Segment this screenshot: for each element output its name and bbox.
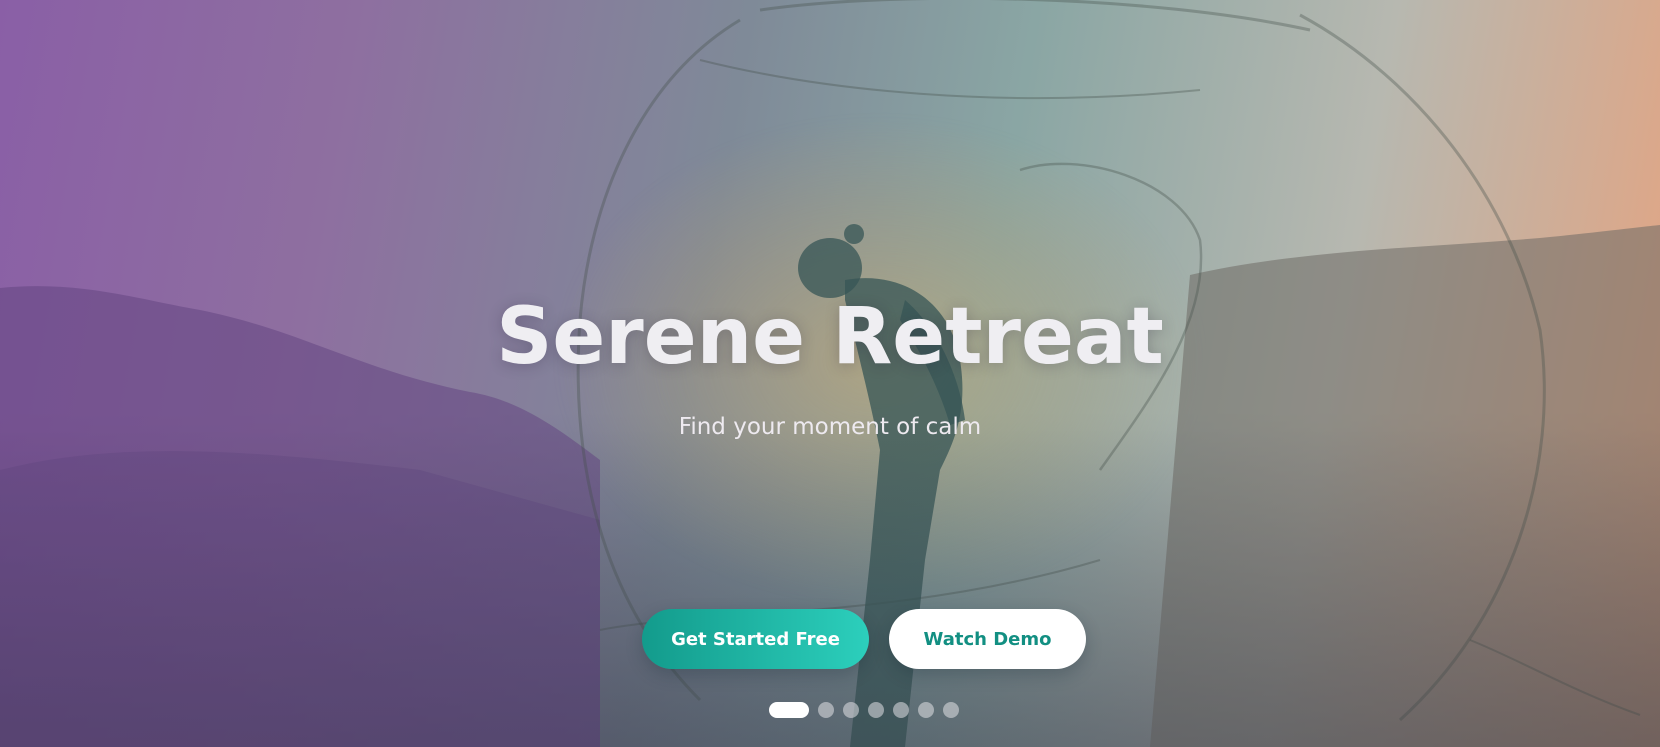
carousel-indicators bbox=[769, 702, 959, 718]
hero-content: Serene Retreat Find your moment of calm … bbox=[0, 0, 1660, 747]
carousel-dot[interactable] bbox=[893, 702, 909, 718]
get-started-button[interactable]: Get Started Free bbox=[642, 609, 869, 669]
hero-section: Serene Retreat Find your moment of calm … bbox=[0, 0, 1660, 747]
carousel-dot[interactable] bbox=[868, 702, 884, 718]
carousel-dot[interactable] bbox=[843, 702, 859, 718]
carousel-dot[interactable] bbox=[769, 702, 809, 718]
hero-subtitle: Find your moment of calm bbox=[678, 414, 982, 440]
carousel-dot[interactable] bbox=[818, 702, 834, 718]
hero-title: Serene Retreat bbox=[496, 292, 1164, 382]
watch-demo-button[interactable]: Watch Demo bbox=[889, 609, 1086, 669]
carousel-dot[interactable] bbox=[943, 702, 959, 718]
carousel-dot[interactable] bbox=[918, 702, 934, 718]
